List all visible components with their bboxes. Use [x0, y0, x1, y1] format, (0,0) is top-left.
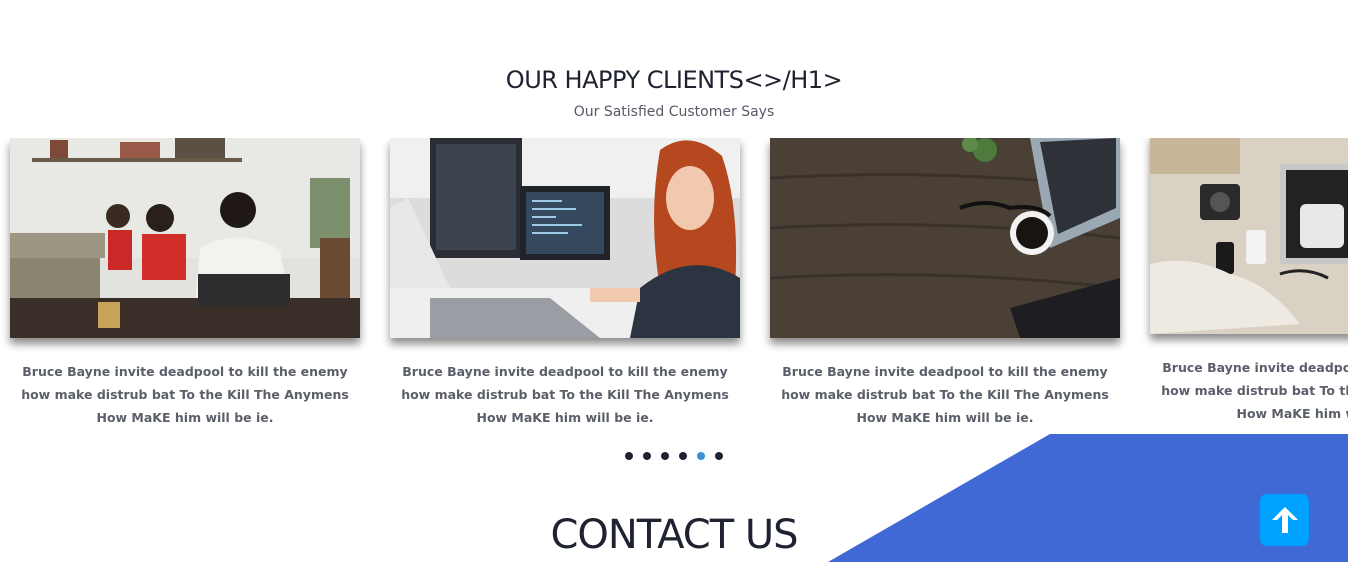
contact-section-title: CONTACT US [550, 512, 798, 558]
testimonial-card: Bruce Bayne invite deadpool to kill the … [770, 138, 1120, 429]
testimonial-card: Bruce Bayne invite deadpool to kill the … [10, 138, 360, 429]
testimonial-photo-developer [390, 138, 740, 338]
scroll-to-top-button[interactable] [1260, 494, 1309, 546]
testimonial-photo-desk [770, 138, 1120, 338]
testimonial-card: Bruce Bayne invite deadpool to kill the … [390, 138, 740, 429]
carousel-dot[interactable] [661, 452, 669, 460]
testimonial-text: Bruce Bayne invite deadpool to kill the … [401, 364, 729, 425]
carousel-pagination [625, 452, 723, 460]
carousel-dot[interactable] [625, 452, 633, 460]
testimonial-text: Bruce Bayne invite deadpool to kill the … [21, 364, 349, 425]
carousel-dot[interactable] [679, 452, 687, 460]
testimonial-text: Bruce Bayne invite deadpool to kill the … [781, 364, 1109, 425]
testimonial-photo-flatlay [1150, 138, 1348, 334]
page: OUR HAPPY CLIENTS<>/H1> Our Satisfied Cu… [0, 0, 1348, 562]
carousel-dot[interactable] [715, 452, 723, 460]
testimonial-text: Bruce Bayne invite deadpool to kill the … [1161, 360, 1348, 421]
testimonial-card: Bruce Bayne invite deadpool to kill the … [1150, 138, 1348, 425]
testimonial-carousel[interactable]: Bruce Bayne invite deadpool to kill the … [0, 138, 1348, 438]
carousel-dot-active[interactable] [697, 452, 705, 460]
arrow-up-icon [1271, 507, 1298, 533]
clients-section-title: OUR HAPPY CLIENTS<>/H1> [505, 66, 843, 94]
testimonial-photo-family [10, 138, 360, 338]
carousel-dot[interactable] [643, 452, 651, 460]
clients-section-subtitle: Our Satisfied Customer Says [573, 104, 775, 120]
